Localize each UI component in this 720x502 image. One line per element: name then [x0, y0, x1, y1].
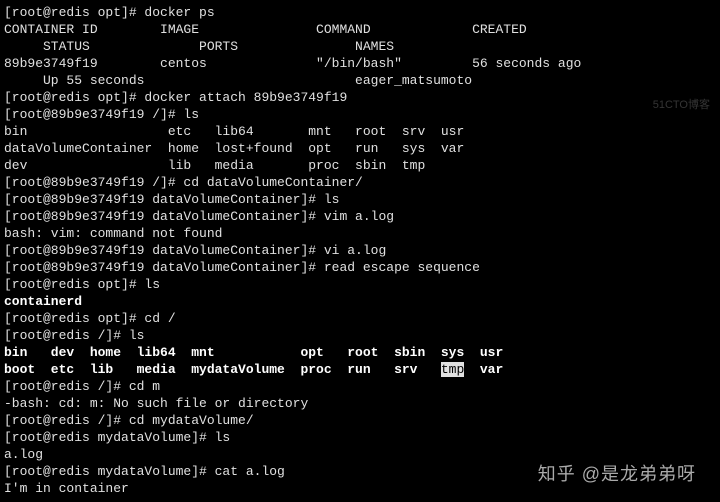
terminal-segment: containerd: [4, 294, 82, 309]
terminal-line: dataVolumeContainer home lost+found opt …: [4, 141, 464, 156]
terminal-segment: CONTAINER ID IMAGE COMMAND CREATED: [4, 22, 527, 37]
terminal-line: STATUS PORTS NAMES: [4, 39, 394, 54]
terminal-segment: a.log: [4, 447, 43, 462]
terminal-segment: STATUS PORTS NAMES: [4, 39, 394, 54]
terminal-line: bin etc lib64 mnt root srv usr: [4, 124, 464, 139]
terminal-segment: [root@redis opt]# ls: [4, 277, 160, 292]
terminal-segment: dataVolumeContainer home lost+found opt …: [4, 141, 464, 156]
terminal-segment: [root@redis opt]# docker attach 89b9e374…: [4, 90, 347, 105]
terminal-line: bin dev home lib64 mnt opt root sbin sys…: [4, 345, 503, 360]
terminal-line: [root@redis /]# ls: [4, 328, 144, 343]
terminal-segment: tmp: [441, 362, 464, 377]
terminal-segment: [root@89b9e3749f19 /]# ls: [4, 107, 199, 122]
terminal-segment: [root@89b9e3749f19 dataVolumeContainer]#…: [4, 243, 386, 258]
terminal-segment: [root@redis /]# cd mydataVolume/: [4, 413, 254, 428]
terminal-line: I'm in container: [4, 481, 129, 496]
terminal-line: bash: vim: command not found: [4, 226, 222, 241]
terminal-segment: [root@89b9e3749f19 /]# cd dataVolumeCont…: [4, 175, 363, 190]
terminal-segment: [root@redis opt]# docker ps: [4, 5, 215, 20]
terminal-segment: [root@redis opt]# cd /: [4, 311, 176, 326]
terminal-line: -bash: cd: m: No such file or directory: [4, 396, 308, 411]
terminal-segment: [root@89b9e3749f19 dataVolumeContainer]#…: [4, 209, 394, 224]
terminal-segment: bin etc lib64 mnt root srv usr: [4, 124, 464, 139]
terminal-output[interactable]: [root@redis opt]# docker ps CONTAINER ID…: [0, 0, 720, 497]
terminal-segment: [root@redis /]# cd m: [4, 379, 160, 394]
terminal-line: [root@redis mydataVolume]# ls: [4, 430, 230, 445]
terminal-line: [root@redis opt]# docker ps: [4, 5, 215, 20]
terminal-segment: boot etc lib media mydataVolume proc run…: [4, 362, 441, 377]
terminal-line: [root@redis opt]# docker attach 89b9e374…: [4, 90, 347, 105]
terminal-segment: bin dev home lib64 mnt opt root sbin sys…: [4, 345, 503, 360]
terminal-line: 89b9e3749f19 centos "/bin/bash" 56 secon…: [4, 56, 581, 71]
terminal-line: [root@89b9e3749f19 dataVolumeContainer]#…: [4, 192, 339, 207]
terminal-segment: bash: vim: command not found: [4, 226, 222, 241]
terminal-segment: [root@89b9e3749f19 dataVolumeContainer]#…: [4, 260, 480, 275]
terminal-line: [root@89b9e3749f19 /]# cd dataVolumeCont…: [4, 175, 363, 190]
terminal-line: [root@89b9e3749f19 dataVolumeContainer]#…: [4, 209, 394, 224]
terminal-line: [root@redis opt]# cd /: [4, 311, 176, 326]
terminal-segment: -bash: cd: m: No such file or directory: [4, 396, 308, 411]
terminal-line: containerd: [4, 294, 82, 309]
terminal-segment: [root@redis mydataVolume]# ls: [4, 430, 230, 445]
terminal-line: [root@redis mydataVolume]# cat a.log: [4, 464, 285, 479]
terminal-line: [root@redis opt]# ls: [4, 277, 160, 292]
terminal-line: [root@redis /]# cd mydataVolume/: [4, 413, 254, 428]
terminal-segment: dev lib media proc sbin tmp: [4, 158, 425, 173]
terminal-line: [root@89b9e3749f19 dataVolumeContainer]#…: [4, 260, 480, 275]
terminal-line: CONTAINER ID IMAGE COMMAND CREATED: [4, 22, 527, 37]
terminal-line: [root@89b9e3749f19 dataVolumeContainer]#…: [4, 243, 386, 258]
terminal-line: dev lib media proc sbin tmp: [4, 158, 425, 173]
terminal-segment: I'm in container: [4, 481, 129, 496]
terminal-segment: [root@redis /]# ls: [4, 328, 144, 343]
terminal-line: Up 55 seconds eager_matsumoto: [4, 73, 472, 88]
terminal-segment: [root@89b9e3749f19 dataVolumeContainer]#…: [4, 192, 339, 207]
terminal-segment: var: [464, 362, 503, 377]
terminal-segment: Up 55 seconds eager_matsumoto: [4, 73, 472, 88]
terminal-line: [root@89b9e3749f19 /]# ls: [4, 107, 199, 122]
terminal-segment: [root@redis mydataVolume]# cat a.log: [4, 464, 285, 479]
terminal-line: a.log: [4, 447, 43, 462]
terminal-line: [root@redis /]# cd m: [4, 379, 160, 394]
terminal-segment: 89b9e3749f19 centos "/bin/bash" 56 secon…: [4, 56, 581, 71]
terminal-line: boot etc lib media mydataVolume proc run…: [4, 362, 503, 377]
